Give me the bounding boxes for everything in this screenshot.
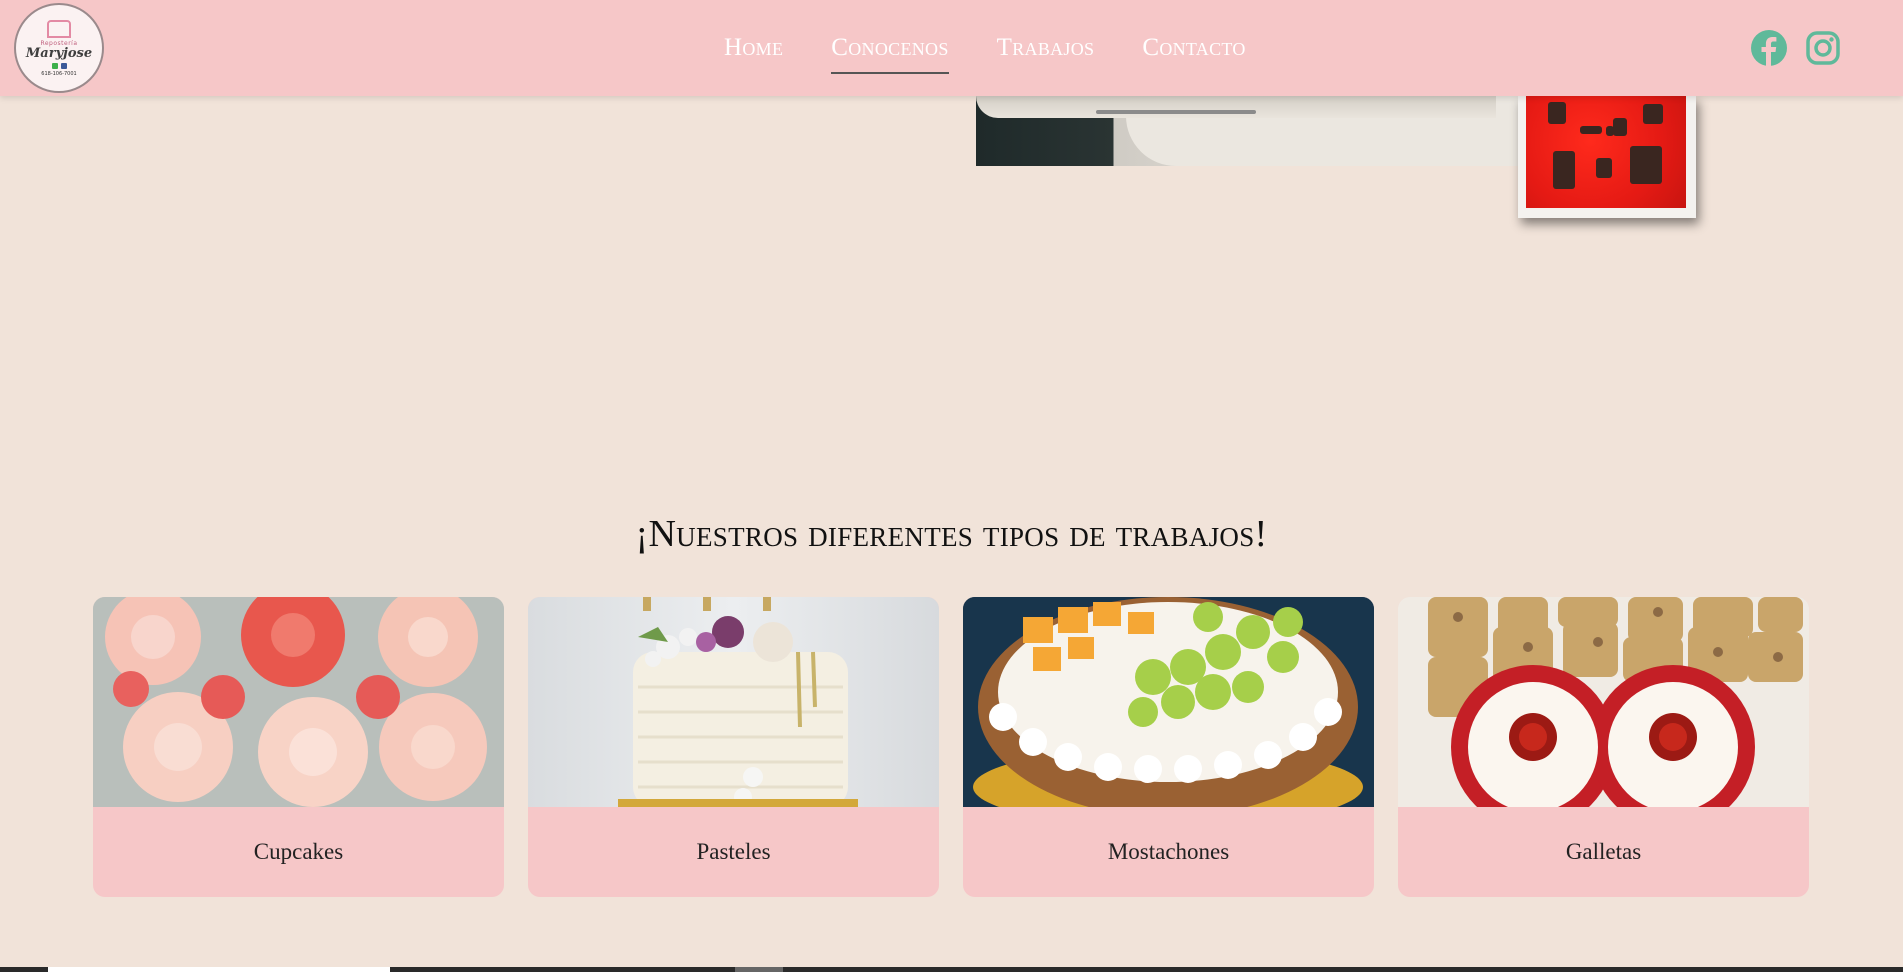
work-types-grid: Cupcakes Pasteles Mostachones Galletas bbox=[93, 597, 1809, 897]
chocolate-piece bbox=[1606, 126, 1614, 136]
bottom-strip bbox=[0, 967, 1903, 972]
nav-trabajos[interactable]: Trabajos bbox=[997, 34, 1095, 62]
card-galletas[interactable]: Galletas bbox=[1398, 597, 1809, 897]
card-label: Cupcakes bbox=[253, 839, 344, 864]
bottom-strip-segment bbox=[735, 967, 783, 972]
card-label: Mostachones bbox=[1107, 839, 1230, 864]
spoon-shape bbox=[1096, 110, 1256, 114]
chocolate-piece bbox=[1553, 151, 1575, 189]
logo-social-dots bbox=[51, 62, 67, 69]
instagram-icon[interactable] bbox=[1805, 30, 1841, 66]
card-mostachones[interactable]: Mostachones bbox=[963, 597, 1374, 897]
card-label: Pasteles bbox=[696, 839, 771, 864]
facebook-icon[interactable] bbox=[1751, 30, 1787, 66]
mostachones-photo bbox=[963, 597, 1374, 807]
nav-contacto[interactable]: Contacto bbox=[1142, 34, 1245, 62]
pasteles-photo bbox=[528, 597, 939, 807]
chocolate-piece bbox=[1596, 158, 1612, 178]
card-pasteles[interactable]: Pasteles bbox=[528, 597, 939, 897]
main-nav: Home Conocenos Trabajos Contacto bbox=[724, 0, 1294, 96]
chocolate-piece bbox=[1630, 146, 1662, 184]
chocolate-cake-photo bbox=[1518, 96, 1696, 218]
cupcakes-photo bbox=[93, 597, 504, 807]
section-title: ¡Nuestros diferentes tipos de trabajos! bbox=[635, 513, 1268, 555]
logo-phone: 618-106-7001 bbox=[41, 70, 77, 77]
chocolate-piece bbox=[1613, 118, 1627, 136]
social-links bbox=[1751, 30, 1841, 66]
nav-conocenos[interactable]: Conocenos bbox=[831, 34, 950, 74]
brand-logo[interactable]: Repostería Maryjose 618-106-7001 bbox=[14, 3, 104, 93]
card-cupcakes[interactable]: Cupcakes bbox=[93, 597, 504, 897]
bottom-strip-segment bbox=[48, 967, 390, 972]
site-header: Repostería Maryjose 618-106-7001 Home Co… bbox=[0, 0, 1903, 96]
facebook-mini-icon bbox=[60, 62, 67, 69]
logo-script-name: Maryjose bbox=[25, 45, 93, 61]
cake-slice-photo bbox=[976, 96, 1526, 166]
plate-shape bbox=[976, 96, 1526, 166]
chocolate-piece bbox=[1548, 102, 1566, 124]
galletas-photo bbox=[1398, 597, 1809, 807]
chocolate-piece bbox=[1643, 104, 1663, 124]
whatsapp-mini-icon bbox=[51, 62, 58, 69]
card-label: Galletas bbox=[1565, 839, 1642, 864]
nav-home[interactable]: Home bbox=[724, 34, 783, 62]
cake-logo-icon bbox=[47, 19, 71, 38]
chocolate-piece bbox=[1580, 126, 1602, 134]
